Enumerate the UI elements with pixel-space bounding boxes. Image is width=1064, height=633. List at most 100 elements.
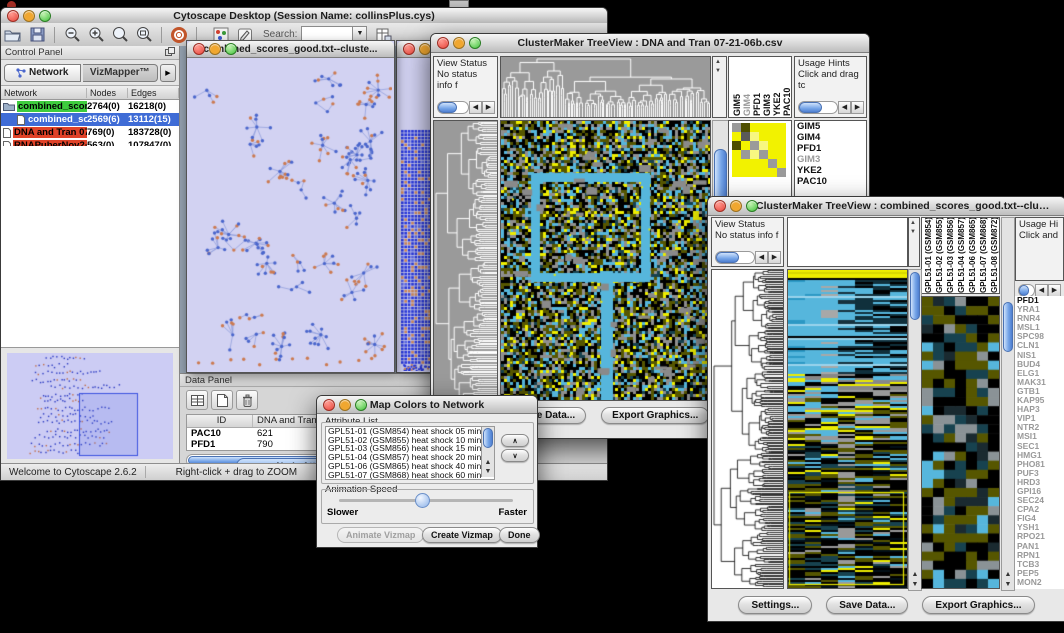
attribute-list-item[interactable]: GPL51-07 (GSM868) heat shock 60 min xyxy=(328,471,494,480)
matrix-cell[interactable] xyxy=(777,141,786,150)
matrix-cell[interactable] xyxy=(759,159,768,168)
minimize-button[interactable] xyxy=(453,37,465,49)
attribute-table-icon[interactable] xyxy=(186,390,208,410)
zoom-button[interactable] xyxy=(225,43,237,55)
tv2-row-dendrogram[interactable] xyxy=(712,270,783,588)
matrix-cell[interactable] xyxy=(750,159,759,168)
open-folder-icon[interactable] xyxy=(2,25,24,44)
close-button[interactable] xyxy=(193,43,205,55)
gene-label[interactable]: GIM5 xyxy=(795,121,866,132)
tv1-column-label[interactable]: YKE2 xyxy=(772,58,782,116)
attribute-list[interactable]: GPL51-01 (GSM854) heat shock 05 minGPL51… xyxy=(325,426,495,480)
matrix-cell[interactable] xyxy=(768,141,777,150)
tv1-column-label[interactable]: GIM3 xyxy=(762,58,772,116)
export-graphics-button[interactable]: Export Graphics... xyxy=(601,407,709,424)
tv1-column-label[interactable]: PAC10 xyxy=(782,58,792,116)
zoom-button[interactable] xyxy=(355,399,367,411)
save-icon[interactable] xyxy=(26,25,48,44)
scroll-up-icon[interactable] xyxy=(715,59,721,65)
move-down-button[interactable]: ∨ xyxy=(501,449,529,462)
tv2-zoom-scrollbar[interactable] xyxy=(1001,217,1015,591)
zoom-fit-icon[interactable] xyxy=(133,25,155,44)
tv1-column-label[interactable]: GIM5 xyxy=(732,58,742,116)
matrix-cell[interactable] xyxy=(741,141,750,150)
tv1-usage-scrollbar[interactable] xyxy=(798,101,864,114)
main-titlebar[interactable]: Cytoscape Desktop (Session Name: collins… xyxy=(1,8,607,24)
create-vizmap-button[interactable]: Create Vizmap xyxy=(422,527,502,543)
network-tree-row[interactable]: combined_sco2569(6)13112(15) xyxy=(1,113,179,126)
matrix-cell[interactable] xyxy=(732,150,741,159)
matrix-cell[interactable] xyxy=(741,150,750,159)
tv2-column-dendrogram-pane[interactable] xyxy=(787,217,908,267)
matrix-cell[interactable] xyxy=(741,123,750,132)
close-button[interactable] xyxy=(403,43,415,55)
network-overview-canvas[interactable] xyxy=(7,353,173,459)
animate-vizmap-button[interactable]: Animate Vizmap xyxy=(337,527,424,543)
gene-label[interactable]: MON2 xyxy=(1015,578,1064,587)
zoom-button[interactable] xyxy=(746,200,758,212)
settings-button[interactable]: Settings... xyxy=(738,596,812,614)
zoom-selected-icon[interactable] xyxy=(109,25,131,44)
tv2-column-label[interactable]: GPL51-04 (GSM857) xyxy=(957,218,968,293)
close-button[interactable] xyxy=(714,200,726,212)
tv1-column-label[interactable]: PFD1 xyxy=(752,58,762,116)
matrix-cell[interactable] xyxy=(750,150,759,159)
minimize-button[interactable] xyxy=(730,200,742,212)
matrix-cell[interactable] xyxy=(777,132,786,141)
matrix-cell[interactable] xyxy=(732,132,741,141)
new-attribute-icon[interactable] xyxy=(211,390,233,410)
network-tree-row[interactable]: combined_scores2764(0)16218(0) xyxy=(1,100,179,113)
close-button[interactable] xyxy=(7,10,19,22)
matrix-cell[interactable] xyxy=(750,123,759,132)
scroll-down-icon[interactable] xyxy=(715,68,721,74)
zoom-button[interactable] xyxy=(39,10,51,22)
tv2-column-label[interactable]: GPL51-01 (GSM854) xyxy=(924,218,935,293)
scroll-down-icon[interactable] xyxy=(910,229,916,235)
close-button[interactable] xyxy=(437,37,449,49)
tv1-column-dendrogram[interactable] xyxy=(501,57,710,117)
matrix-cell[interactable] xyxy=(750,132,759,141)
id-column-header[interactable]: ID xyxy=(187,415,253,427)
matrix-cell[interactable] xyxy=(750,168,759,177)
export-graphics-button[interactable]: Export Graphics... xyxy=(922,596,1034,614)
tv2-column-label[interactable]: GPL51-03 (GSM856) xyxy=(946,218,957,293)
matrix-cell[interactable] xyxy=(777,150,786,159)
tv1-heatmap[interactable] xyxy=(501,121,710,400)
matrix-cell[interactable] xyxy=(768,159,777,168)
move-up-button[interactable]: ∧ xyxy=(501,434,529,447)
gene-label[interactable]: GIM4 xyxy=(795,132,866,143)
gene-label[interactable]: GIM3 xyxy=(795,154,866,165)
tv1-titlebar[interactable]: ClusterMaker TreeView : DNA and Tran 07-… xyxy=(431,34,869,53)
matrix-cell[interactable] xyxy=(741,132,750,141)
gene-label[interactable]: YKE2 xyxy=(795,165,866,176)
matrix-cell[interactable] xyxy=(777,168,786,177)
matrix-cell[interactable] xyxy=(732,168,741,177)
matrix-cell[interactable] xyxy=(777,159,786,168)
net1-titlebar[interactable]: combined_scores_good.txt--cluste... xyxy=(187,41,394,58)
tv2-status-scrollbar[interactable] xyxy=(715,251,781,264)
done-button[interactable]: Done xyxy=(499,527,540,543)
matrix-cell[interactable] xyxy=(750,141,759,150)
matrix-cell[interactable] xyxy=(741,159,750,168)
close-button[interactable] xyxy=(323,399,335,411)
tv2-column-label[interactable]: GPL51-06 (GSM865) xyxy=(968,218,979,293)
tv1-status-scrollbar[interactable] xyxy=(437,101,495,114)
attribute-list-scrollbar[interactable] xyxy=(481,427,494,477)
zoom-button[interactable] xyxy=(469,37,481,49)
speed-slider-thumb[interactable] xyxy=(415,493,430,508)
tv2-column-label[interactable]: GPL51-08 (GSM872) xyxy=(990,218,1001,293)
matrix-cell[interactable] xyxy=(777,123,786,132)
tv2-titlebar[interactable]: ClusterMaker TreeView : combined_scores_… xyxy=(708,197,1064,216)
scroll-up-icon[interactable] xyxy=(910,220,916,226)
tv1-column-label[interactable]: GIM4 xyxy=(742,58,752,116)
tv2-column-label[interactable]: GPL51-02 (GSM855) xyxy=(935,218,946,293)
network-tree-row[interactable]: DNA and Tran 07769(0)183728(0) xyxy=(1,126,179,139)
matrix-cell[interactable] xyxy=(732,123,741,132)
matrix-cell[interactable] xyxy=(768,132,777,141)
col-nodes[interactable]: Nodes xyxy=(87,88,128,98)
matrix-cell[interactable] xyxy=(741,168,750,177)
matrix-cell[interactable] xyxy=(732,159,741,168)
zoom-out-icon[interactable] xyxy=(61,25,83,44)
tv2-heatmap[interactable] xyxy=(788,270,907,588)
matrix-cell[interactable] xyxy=(732,141,741,150)
